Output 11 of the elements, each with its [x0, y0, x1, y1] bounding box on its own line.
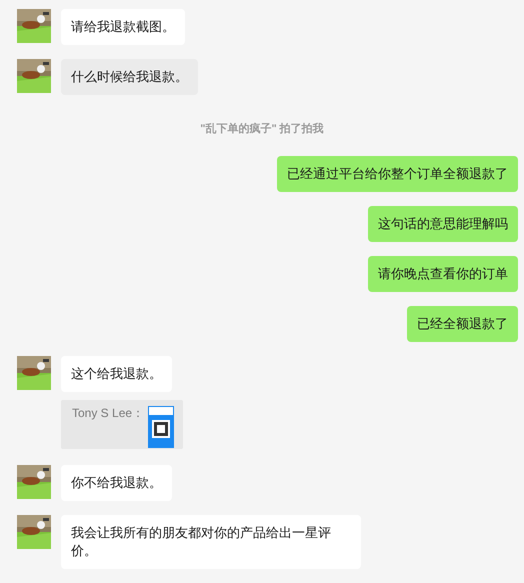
message-bubble[interactable]: 已经全额退款了 [407, 306, 518, 342]
message-bubble[interactable]: 什么时候给我退款。 [61, 59, 198, 95]
message-bubble[interactable]: 这句话的意思能理解吗 [368, 206, 518, 242]
message-bubble[interactable]: 我会让我所有的朋友都对你的产品给出一星评价。 [61, 515, 361, 569]
system-notice: "乱下单的疯子" 拍了拍我 [199, 122, 325, 136]
message-bubble[interactable]: 你不给我退款。 [61, 465, 172, 501]
message-bubble[interactable]: 这个给我退款。 [61, 356, 172, 392]
message-bubble[interactable]: 已经通过平台给你整个订单全额退款了 [277, 156, 518, 192]
message-bubble[interactable]: 请你晚点查看你的订单 [368, 256, 518, 292]
message-bubble[interactable]: 请给我退款截图。 [61, 9, 185, 45]
quote-sender: Tony S Lee： [72, 406, 144, 422]
